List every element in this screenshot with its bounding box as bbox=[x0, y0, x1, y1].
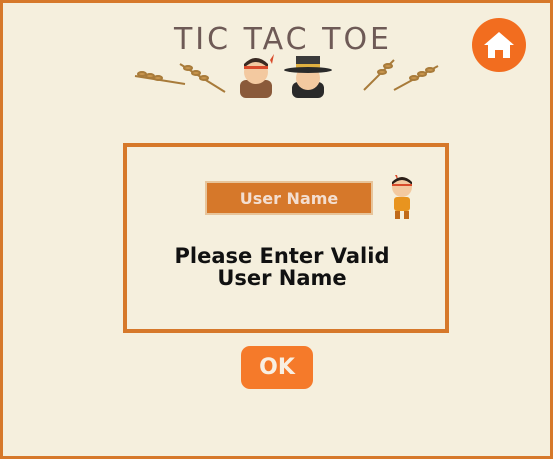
wheat-icon bbox=[134, 63, 226, 93]
ok-button[interactable]: OK bbox=[241, 346, 313, 389]
username-input[interactable] bbox=[205, 181, 373, 215]
wheat-icon bbox=[363, 59, 439, 91]
header-banner: TIC TAC TOE bbox=[118, 8, 439, 98]
home-icon bbox=[484, 32, 514, 58]
error-message: Please Enter Valid User Name bbox=[174, 244, 390, 290]
home-button[interactable] bbox=[472, 18, 526, 72]
username-dialog: Please Enter Valid User Name bbox=[123, 143, 449, 333]
native-child-icon bbox=[240, 54, 274, 98]
pilgrim-icon bbox=[284, 56, 332, 98]
native-child-icon bbox=[392, 175, 412, 219]
